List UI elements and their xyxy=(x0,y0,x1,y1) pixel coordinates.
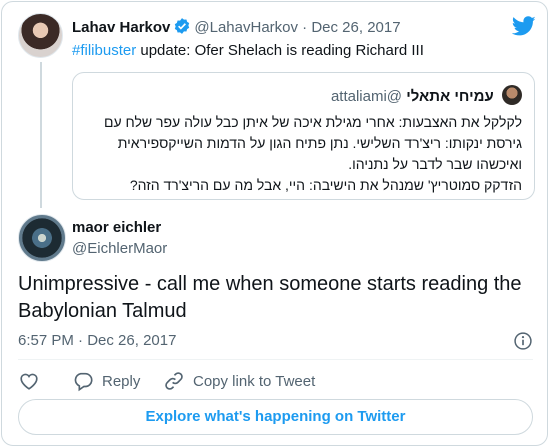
thread-connector-line xyxy=(40,62,42,208)
main-tweet-timestamp[interactable]: 6:57 PM · Dec 26, 2017 xyxy=(18,332,176,349)
separator-dot: · xyxy=(78,332,84,349)
tweet-embed-card: Lahav Harkov @LahavHarkov · Dec 26, 2017 … xyxy=(1,1,548,446)
quoted-text-line: לקלקל את האצבעות: אחרי מגילת איכה של אית… xyxy=(104,114,522,130)
reply-label: Reply xyxy=(102,372,141,390)
quoted-author-handle: @attaliami xyxy=(330,88,403,105)
parent-tweet-text: #filibuster update: Ofer Shelach is read… xyxy=(72,41,424,61)
quoted-tweet-text: לקלקל את האצבעות: אחרי מגילת איכה של אית… xyxy=(82,112,522,196)
verified-badge-icon xyxy=(173,17,191,39)
main-tweet-text: Unimpressive - call me when someone star… xyxy=(18,273,522,322)
avatar-maor-eichler[interactable] xyxy=(18,214,66,262)
quoted-tweet-header: עמיחי אתאלי @attaliami xyxy=(331,85,522,105)
twitter-bird-icon[interactable] xyxy=(512,14,536,38)
quoted-text-line: גירסת ינקותו: ריצ'רד השלישי. נתן פתיח הג… xyxy=(117,135,522,151)
main-author-handle[interactable]: @EichlerMaor xyxy=(72,240,167,257)
quoted-text-line: ואיכשהו שבר לדבר על נתניהו. xyxy=(348,156,522,172)
quoted-author-name: עמיחי אתאלי xyxy=(406,88,494,105)
quoted-text-line: הזדקק סמוטריץ' שמנהל את הישיבה: היי, אבל… xyxy=(129,177,522,193)
reply-button[interactable]: Reply xyxy=(72,370,140,392)
parent-tweet-header: Lahav Harkov @LahavHarkov · Dec 26, 2017 xyxy=(72,17,401,39)
divider xyxy=(18,359,533,360)
main-tweet-date[interactable]: Dec 26, 2017 xyxy=(87,332,176,349)
copy-link-label: Copy link to Tweet xyxy=(193,372,316,390)
avatar-quoted-author xyxy=(502,85,522,105)
info-icon[interactable] xyxy=(513,331,533,351)
avatar-lahav-harkov[interactable] xyxy=(18,13,63,58)
copy-link-button[interactable]: Copy link to Tweet xyxy=(163,370,315,392)
main-tweet-time[interactable]: 6:57 PM xyxy=(18,332,74,349)
parent-tweet-date[interactable]: Dec 26, 2017 xyxy=(311,19,400,36)
explore-twitter-button[interactable]: Explore what's happening on Twitter xyxy=(18,399,533,435)
parent-tweet-body: update: Ofer Shelach is reading Richard … xyxy=(136,42,424,59)
heart-icon xyxy=(20,373,38,390)
separator-dot: · xyxy=(302,19,308,36)
hashtag-link[interactable]: #filibuster xyxy=(72,42,136,59)
quoted-tweet[interactable]: עמיחי אתאלי @attaliami לקלקל את האצבעות:… xyxy=(72,72,535,200)
reply-bubble-icon xyxy=(74,372,93,392)
parent-author-name[interactable]: Lahav Harkov xyxy=(72,19,170,36)
like-button[interactable] xyxy=(18,370,48,392)
parent-author-handle[interactable]: @LahavHarkov xyxy=(194,19,298,36)
link-icon xyxy=(165,372,183,390)
main-author-name[interactable]: maor eichler xyxy=(72,219,161,236)
